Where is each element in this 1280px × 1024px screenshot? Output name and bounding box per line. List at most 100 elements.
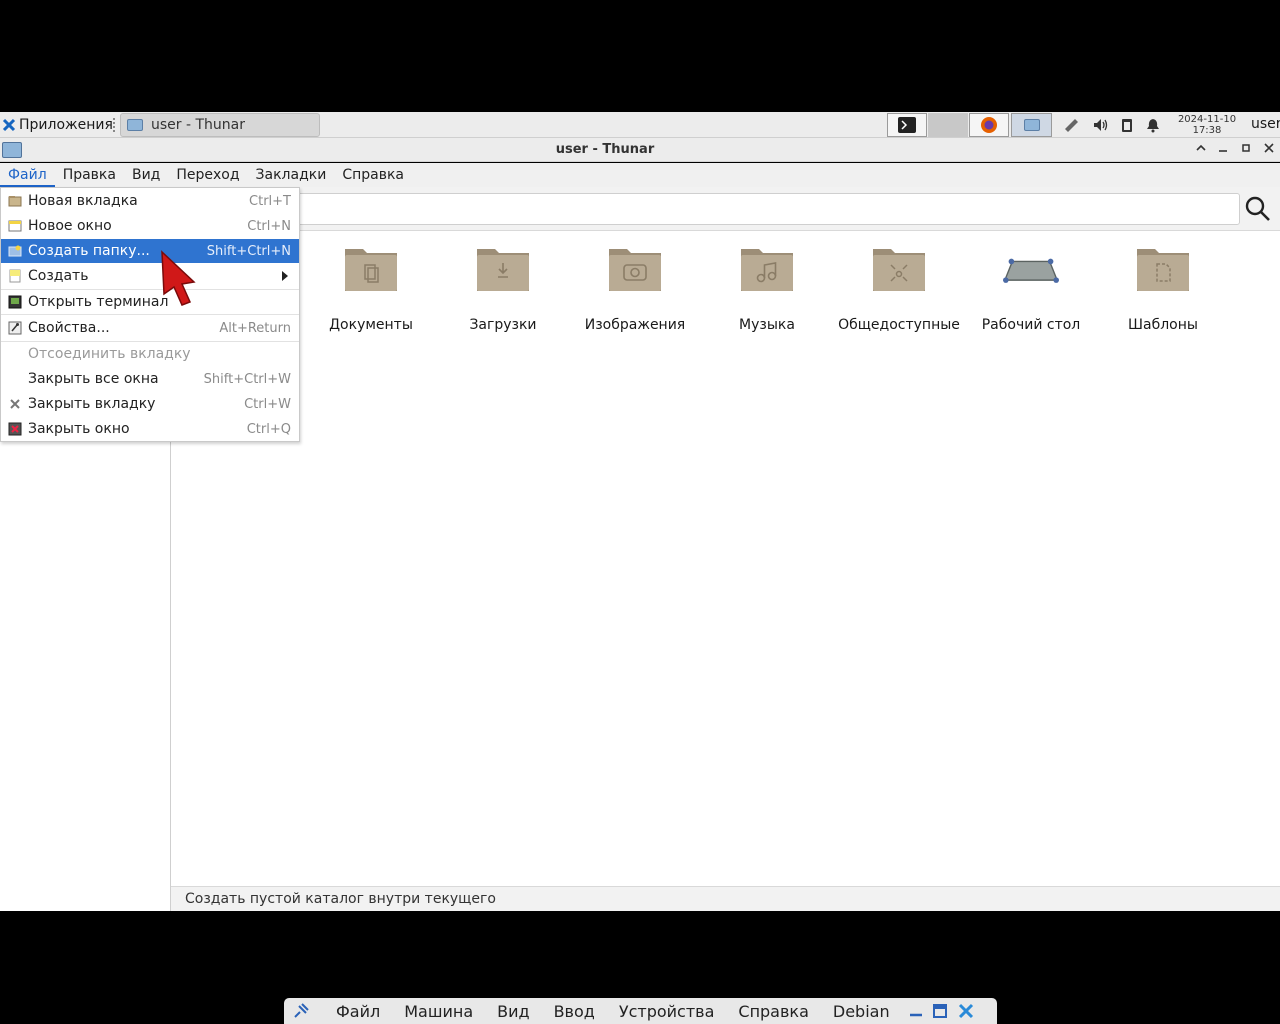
vm-menu-debian[interactable]: Debian: [821, 1002, 902, 1021]
menu-item-close-tab[interactable]: Закрыть вкладку Ctrl+W: [1, 392, 299, 416]
vm-menu-machine[interactable]: Машина: [392, 1002, 485, 1021]
menu-item-label: Свойства...: [28, 320, 110, 336]
folder-item-templates[interactable]: Шаблоны: [1098, 243, 1228, 333]
workspace-switcher[interactable]: [928, 113, 968, 137]
folder-item-pictures[interactable]: Изображения: [570, 243, 700, 333]
vm-close-icon[interactable]: [958, 1003, 974, 1019]
terminal-launcher[interactable]: [887, 113, 927, 137]
close-icon: [1264, 143, 1274, 153]
roll-up-button[interactable]: [1192, 141, 1210, 159]
folder-item-documents[interactable]: Документы: [306, 243, 436, 333]
file-view[interactable]: Документы Загрузки Изображения Музыка Об…: [171, 231, 1280, 886]
close-icon: [10, 399, 20, 409]
clock-date: 2024-11-10: [1177, 114, 1237, 125]
menu-item-accel: Alt+Return: [219, 320, 291, 336]
minimize-button[interactable]: [1214, 141, 1232, 159]
pin-icon[interactable]: [292, 1002, 310, 1020]
menu-item-label: Новая вкладка: [28, 193, 138, 209]
desktop-icon: [1003, 258, 1059, 283]
vm-minimize-icon[interactable]: [908, 1003, 924, 1019]
mouse-pointer-icon: [161, 250, 196, 306]
folder-name: Шаблоны: [1128, 317, 1198, 333]
folder-item-desktop[interactable]: Рабочий стол: [966, 243, 1096, 333]
menu-item-label: Закрыть все окна: [28, 371, 159, 387]
folder-item-music[interactable]: Музыка: [702, 243, 832, 333]
vm-menu-bar: Файл Машина Вид Ввод Устройства Справка …: [284, 998, 997, 1024]
taskbar-thunar-window[interactable]: user - Thunar: [120, 113, 320, 137]
panel-username[interactable]: user: [1251, 116, 1280, 132]
menu-item-accel: Ctrl+W: [244, 396, 291, 412]
taskbar-window-label: user - Thunar: [151, 117, 245, 133]
new-tab-icon: [8, 196, 22, 207]
minimize-icon: [1219, 150, 1227, 152]
menu-item-accel: Shift+Ctrl+W: [203, 371, 291, 387]
folder-item-public[interactable]: Общедоступные: [834, 243, 964, 333]
menu-item-label: Создать: [28, 268, 89, 284]
search-button[interactable]: [1242, 193, 1274, 225]
menu-item-label: Создать папку...: [28, 243, 150, 259]
notification-bell-icon[interactable]: [1145, 117, 1161, 133]
menu-item-properties[interactable]: Свойства... Alt+Return: [1, 316, 299, 340]
status-bar: Создать пустой каталог внутри текущего: [171, 886, 1280, 911]
close-button[interactable]: [1260, 141, 1278, 159]
vm-menu-help[interactable]: Справка: [726, 1002, 821, 1021]
terminal-icon: [8, 295, 22, 309]
menu-item-accel: Ctrl+N: [247, 218, 291, 234]
vm-restore-icon[interactable]: [932, 1003, 948, 1019]
folder-downloads-icon: [477, 249, 529, 291]
menu-bookmarks[interactable]: Закладки: [248, 163, 335, 187]
xfce-logo-icon: [2, 118, 16, 132]
window-titlebar[interactable]: user - Thunar: [0, 138, 1280, 162]
menu-item-accel: Shift+Ctrl+N: [206, 243, 291, 259]
file-manager-launcher[interactable]: [1011, 113, 1052, 137]
new-window-icon: [8, 220, 22, 232]
search-icon: [1245, 196, 1270, 221]
firefox-launcher[interactable]: [969, 113, 1009, 137]
menu-item-open-terminal[interactable]: Открыть терминал: [1, 290, 299, 314]
folder-pictures-icon: [609, 249, 661, 291]
vm-menu-input[interactable]: Ввод: [542, 1002, 607, 1021]
menu-item-close-window[interactable]: Закрыть окно Ctrl+Q: [1, 417, 299, 441]
chevron-up-icon: [1196, 144, 1206, 151]
menu-item-label: Новое окно: [28, 218, 112, 234]
menu-view[interactable]: Вид: [124, 163, 168, 187]
folder-name: Загрузки: [469, 317, 537, 333]
menu-item-close-all-windows[interactable]: Закрыть все окна Shift+Ctrl+W: [1, 367, 299, 391]
menu-help[interactable]: Справка: [334, 163, 412, 187]
menu-item-new-tab[interactable]: Новая вкладка Ctrl+T: [1, 189, 299, 213]
menu-file[interactable]: Файл: [0, 163, 55, 187]
location-input[interactable]: [290, 193, 1240, 225]
menubar: Файл Правка Вид Переход Закладки Справка: [0, 163, 1280, 187]
folder-music-icon: [741, 249, 793, 291]
maximize-button[interactable]: [1237, 141, 1255, 159]
volume-icon[interactable]: [1092, 117, 1108, 133]
menu-edit[interactable]: Правка: [55, 163, 124, 187]
menu-item-create[interactable]: Создать: [1, 264, 299, 288]
folder-name: Рабочий стол: [981, 317, 1081, 333]
menu-item-accel: Ctrl+Q: [246, 421, 291, 437]
vm-menu-devices[interactable]: Устройства: [607, 1002, 727, 1021]
folder-icon: [127, 119, 143, 131]
applications-menu-button[interactable]: Приложения: [2, 116, 113, 134]
folder-name: Документы: [329, 317, 413, 333]
menu-go[interactable]: Переход: [168, 163, 247, 187]
menu-separator: [1, 314, 299, 315]
panel-clock[interactable]: 2024-11-10 17:38: [1172, 114, 1242, 136]
menu-item-detach-tab[interactable]: Отсоединить вкладку: [1, 342, 299, 366]
network-icon[interactable]: [1063, 117, 1079, 133]
folder-templates-icon: [1137, 249, 1189, 291]
folder-name: Музыка: [739, 317, 795, 333]
menu-item-create-folder[interactable]: Создать папку... Shift+Ctrl+N: [1, 239, 299, 263]
submenu-arrow-icon: [282, 271, 288, 281]
folder-item-downloads[interactable]: Загрузки: [438, 243, 568, 333]
menu-item-new-window[interactable]: Новое окно Ctrl+N: [1, 214, 299, 238]
folder-name: Общедоступные: [838, 317, 960, 333]
folder-icon: [1023, 119, 1040, 131]
clipboard-icon[interactable]: [1119, 117, 1135, 133]
vm-menu-view[interactable]: Вид: [485, 1002, 541, 1021]
vm-menu-file[interactable]: Файл: [324, 1002, 392, 1021]
folder-public-icon: [873, 249, 925, 291]
firefox-icon: [981, 117, 997, 133]
folder-name: Изображения: [584, 317, 686, 333]
menu-item-label: Закрыть окно: [28, 421, 130, 437]
